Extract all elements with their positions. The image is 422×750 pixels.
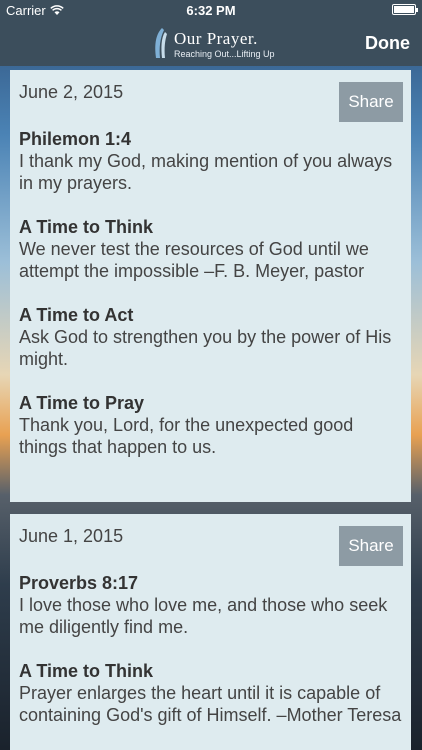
clock: 6:32 PM	[186, 3, 236, 18]
devotion-card: June 2, 2015 Share Philemon 1:4 I thank …	[10, 70, 411, 502]
logo-name: Our Prayer.	[174, 29, 258, 48]
praying-hands-icon	[155, 28, 167, 58]
devotion-card: June 1, 2015 Share Proverbs 8:17 I love …	[10, 514, 411, 750]
app-logo: Our Prayer. Reaching Out...Lifting Up	[150, 26, 275, 62]
scripture-text: I thank my God, making mention of you al…	[19, 151, 393, 193]
battery-icon	[392, 4, 418, 15]
act-heading: A Time to Act	[19, 305, 134, 325]
share-button[interactable]: Share	[339, 82, 403, 122]
scripture-reference: Proverbs 8:17	[19, 573, 139, 593]
logo-tagline: Reaching Out...Lifting Up	[174, 49, 275, 59]
done-button[interactable]: Done	[365, 33, 410, 54]
nav-bar: Our Prayer. Reaching Out...Lifting Up Do…	[0, 22, 422, 66]
think-heading: A Time to Think	[19, 217, 154, 237]
act-text: Ask God to strengthen you by the power o…	[19, 327, 392, 369]
scripture-text: I love those who love me, and those who …	[19, 595, 388, 637]
status-bar: Carrier 6:32 PM	[0, 0, 422, 22]
think-text: We never test the resources of God until…	[19, 239, 369, 281]
pray-heading: A Time to Pray	[19, 393, 145, 413]
think-text: Prayer enlarges the heart until it is ca…	[19, 683, 402, 725]
scripture-reference: Philemon 1:4	[19, 129, 132, 149]
share-button[interactable]: Share	[339, 526, 403, 566]
pray-text: Thank you, Lord, for the unexpected good…	[19, 415, 354, 457]
think-heading: A Time to Think	[19, 661, 154, 681]
